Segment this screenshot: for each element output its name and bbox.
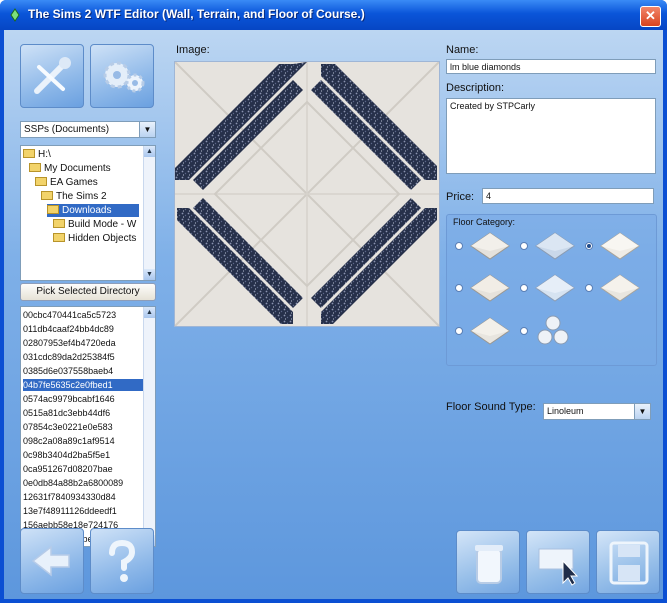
client-area: SSPs (Documents) ▼ H:\ My Documents EA G… — [4, 30, 663, 599]
floor-category-label: Floor Category: — [453, 217, 516, 227]
tree-item[interactable]: My Documents — [29, 162, 111, 175]
list-item[interactable]: 0574ac9979bcabf1646 — [23, 393, 143, 405]
category-brick-icon[interactable] — [597, 271, 643, 305]
tree-item[interactable]: EA Games — [35, 176, 98, 189]
list-item-selected[interactable]: 04b7fe5635c2e0fbed1 — [23, 379, 143, 391]
tree-item[interactable]: H:\ — [23, 148, 51, 161]
category-radio[interactable] — [455, 242, 463, 250]
directory-tree[interactable]: H:\ My Documents EA Games The Sims 2 Dow… — [20, 145, 156, 281]
tree-item[interactable]: The Sims 2 — [41, 190, 107, 203]
tools-icon — [34, 57, 71, 94]
tree-item[interactable]: Build Mode - W — [53, 218, 136, 231]
file-list[interactable]: 00cbc470441ca5c5723 011db4caaf24bb4dc89 … — [20, 306, 156, 547]
cursor-icon — [538, 548, 579, 586]
tools-button[interactable] — [20, 44, 84, 108]
folder-icon — [53, 233, 65, 242]
back-button[interactable] — [20, 528, 84, 594]
category-tile-icon[interactable] — [467, 229, 513, 263]
floor-sound-value: Linoleum — [547, 406, 584, 416]
tree-scrollbar[interactable]: ▲ ▼ — [143, 146, 155, 280]
list-item[interactable]: 12631f7840934330d84 — [23, 491, 143, 503]
sidebar: SSPs (Documents) ▼ H:\ My Documents EA G… — [4, 30, 160, 599]
floppy-disk-icon — [609, 541, 649, 585]
list-item[interactable]: 0ca951267d08207bae — [23, 463, 143, 475]
properties-panel: Name: lm blue diamonds Description: Crea… — [442, 44, 660, 484]
image-panel: Image: — [164, 44, 444, 354]
list-item[interactable]: 031cdc89da2d25384f5 — [23, 351, 143, 363]
category-radio[interactable] — [455, 327, 463, 335]
list-item[interactable]: 0385d6e037558baeb4 — [23, 365, 143, 377]
scroll-up-icon[interactable]: ▲ — [144, 307, 155, 318]
folder-icon — [29, 163, 41, 172]
save-button[interactable] — [596, 530, 660, 594]
help-button[interactable] — [90, 528, 154, 594]
directory-combo-value: SSPs (Documents) — [24, 124, 110, 135]
category-radio[interactable] — [585, 284, 593, 292]
close-button[interactable]: ✕ — [640, 6, 661, 27]
select-button[interactable] — [526, 530, 590, 594]
list-item[interactable]: 0515a81dc3ebb44df6 — [23, 407, 143, 419]
list-item[interactable]: 07854c3e0221e0e583 — [23, 421, 143, 433]
question-mark-icon — [109, 539, 136, 582]
category-radio[interactable] — [520, 284, 528, 292]
image-label: Image: — [176, 44, 210, 56]
folder-icon — [41, 191, 53, 200]
category-radio[interactable] — [520, 242, 528, 250]
chevron-down-icon[interactable]: ▼ — [139, 122, 155, 137]
list-item[interactable]: 0e0db84a88b2a6800089 — [23, 477, 143, 489]
folder-icon — [53, 219, 65, 228]
app-window: The Sims 2 WTF Editor (Wall, Terrain, an… — [0, 0, 667, 603]
category-stone-icon[interactable] — [597, 229, 643, 263]
list-item[interactable]: 13e7f48911126ddeedf1 — [23, 505, 143, 517]
back-arrow-icon — [31, 545, 70, 577]
category-linoleum-icon[interactable] — [532, 271, 578, 305]
description-field[interactable]: Created by STPCarly — [446, 98, 656, 174]
tree-item[interactable]: Hidden Objects — [53, 232, 136, 245]
chevron-down-icon[interactable]: ▼ — [634, 404, 650, 419]
category-radio[interactable] — [520, 327, 528, 335]
title-bar[interactable]: The Sims 2 WTF Editor (Wall, Terrain, an… — [0, 0, 667, 30]
category-misc-icon[interactable] — [535, 313, 571, 349]
floor-sound-label: Floor Sound Type: — [446, 401, 536, 413]
floor-sound-select[interactable]: Linoleum ▼ — [543, 403, 651, 420]
folder-icon — [47, 205, 59, 214]
settings-button[interactable] — [90, 44, 154, 108]
gears-icon — [103, 61, 145, 93]
pick-directory-button[interactable]: Pick Selected Directory — [20, 283, 156, 301]
category-wood-icon[interactable] — [467, 271, 513, 305]
window-title: The Sims 2 WTF Editor (Wall, Terrain, an… — [28, 7, 365, 21]
category-carpet-icon[interactable] — [532, 229, 578, 263]
list-item[interactable]: 00cbc470441ca5c5723 — [23, 309, 143, 321]
list-item[interactable]: 098c2a08a89c1af9514 — [23, 435, 143, 447]
directory-combo[interactable]: SSPs (Documents) ▼ — [20, 121, 156, 138]
folder-icon — [35, 177, 47, 186]
list-item[interactable]: 0c98b3404d2ba5f5e1 — [23, 449, 143, 461]
category-tile-icon[interactable] — [467, 314, 513, 348]
floor-tile-image — [174, 61, 440, 327]
list-item[interactable]: 011db4caaf24bb4dc89 — [23, 323, 143, 335]
price-label: Price: — [446, 191, 475, 203]
scroll-up-icon[interactable]: ▲ — [144, 146, 155, 157]
trash-icon — [475, 545, 503, 584]
name-label: Name: — [446, 44, 479, 56]
description-label: Description: — [446, 82, 505, 94]
delete-button[interactable] — [456, 530, 520, 594]
scroll-down-icon[interactable]: ▼ — [144, 269, 155, 280]
floor-category-group: Floor Category: — [446, 214, 657, 366]
tree-item-selected[interactable]: Downloads — [47, 204, 139, 217]
price-field[interactable]: 4 — [482, 188, 654, 204]
list-item[interactable]: 02807953ef4b4720eda — [23, 337, 143, 349]
category-radio[interactable] — [455, 284, 463, 292]
category-radio-selected[interactable] — [585, 242, 593, 250]
name-field[interactable]: lm blue diamonds — [446, 59, 656, 74]
app-icon — [10, 8, 20, 22]
list-scrollbar[interactable]: ▲ ▼ — [143, 307, 155, 546]
texture-preview — [174, 61, 440, 327]
folder-icon — [23, 149, 35, 158]
